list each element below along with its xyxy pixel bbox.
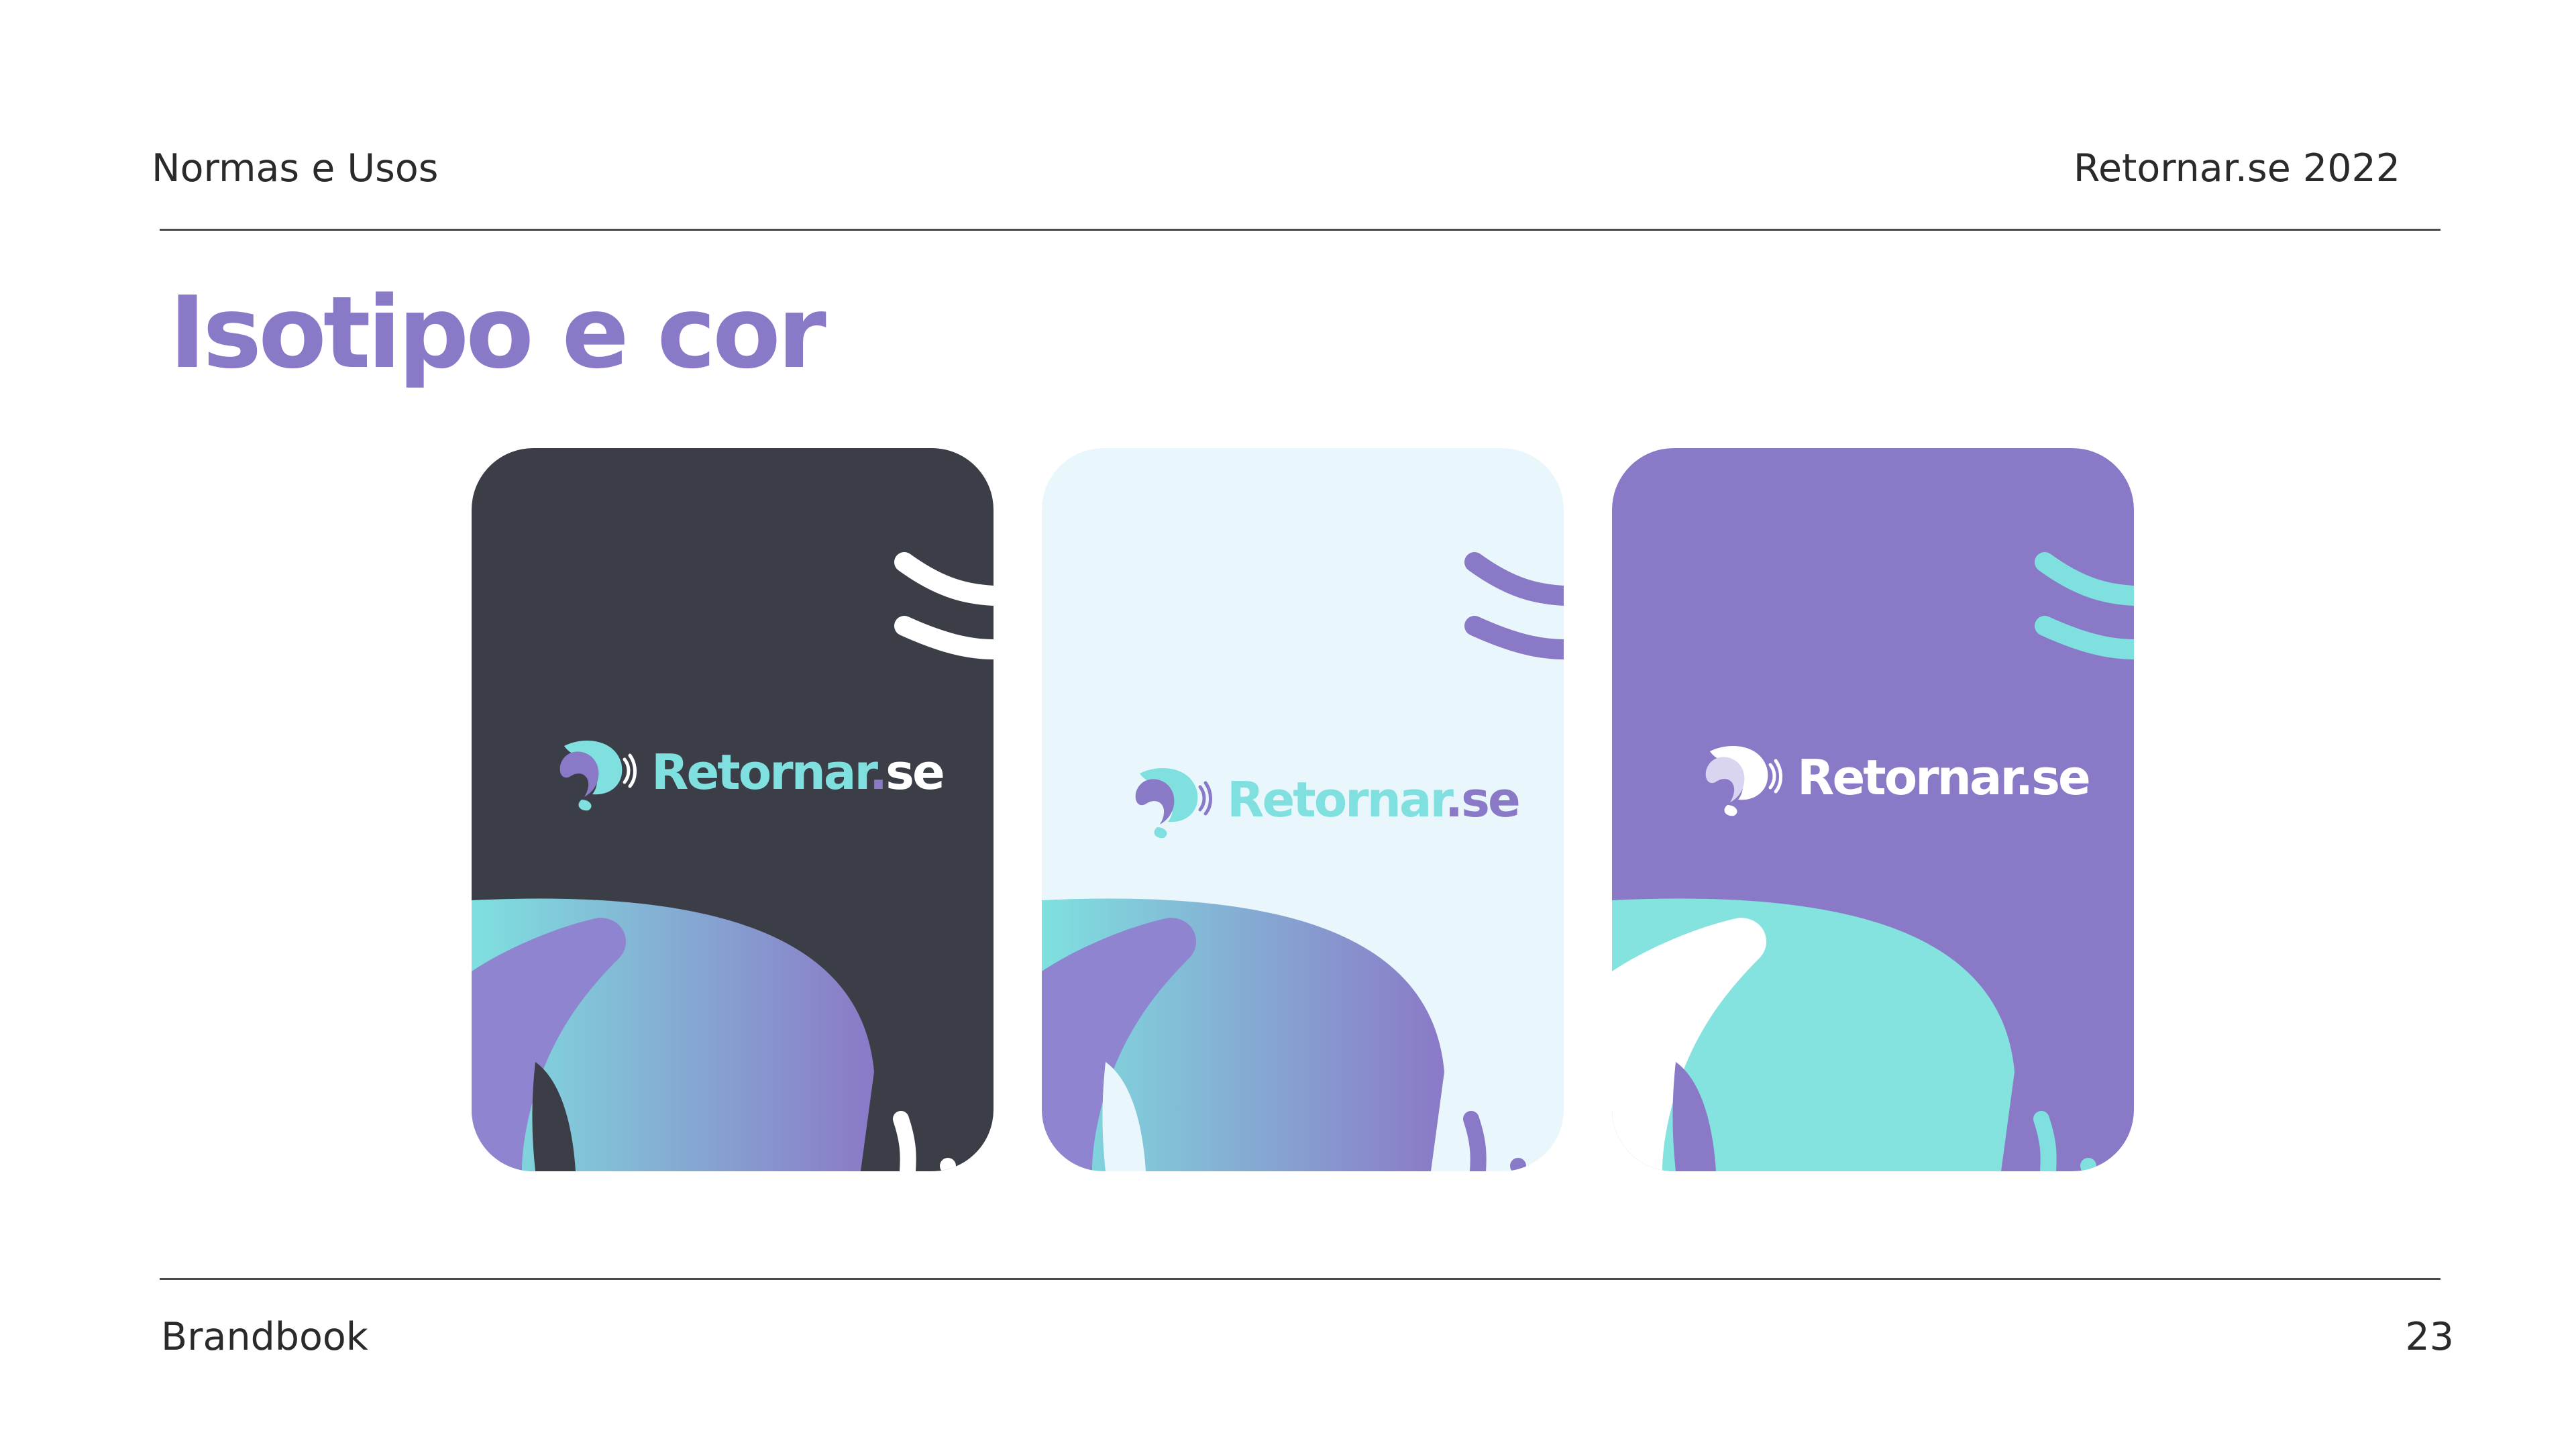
logo-wordmark: Retornar.se xyxy=(651,744,945,800)
section-label: Normas e Usos xyxy=(152,146,439,191)
brand-year-label: Retornar.se 2022 xyxy=(2073,146,2400,191)
brand-logo-dark: Retornar.se xyxy=(551,733,945,812)
brand-logo-purple: Retornar.se xyxy=(1697,738,2091,817)
logo-card-purple: Retornar.se xyxy=(1612,448,2134,1171)
logo-card-dark: Retornar.se xyxy=(472,448,994,1171)
logo-wordmark: Retornar.se xyxy=(1797,749,2091,806)
logo-wordmark: Retornar.se xyxy=(1227,771,1521,828)
bottom-divider xyxy=(160,1278,2440,1280)
logo-card-light: Retornar.se xyxy=(1042,448,1564,1171)
brand-logo-light: Retornar.se xyxy=(1126,760,1521,839)
top-divider xyxy=(160,229,2440,231)
page-title: Isotipo e cor xyxy=(169,275,826,390)
logo-mark-icon xyxy=(1705,746,1782,816)
logo-mark-icon xyxy=(1135,768,1212,839)
logo-mark-icon xyxy=(559,741,637,811)
page-number: 23 xyxy=(2405,1315,2454,1359)
footer-label: Brandbook xyxy=(161,1315,368,1359)
